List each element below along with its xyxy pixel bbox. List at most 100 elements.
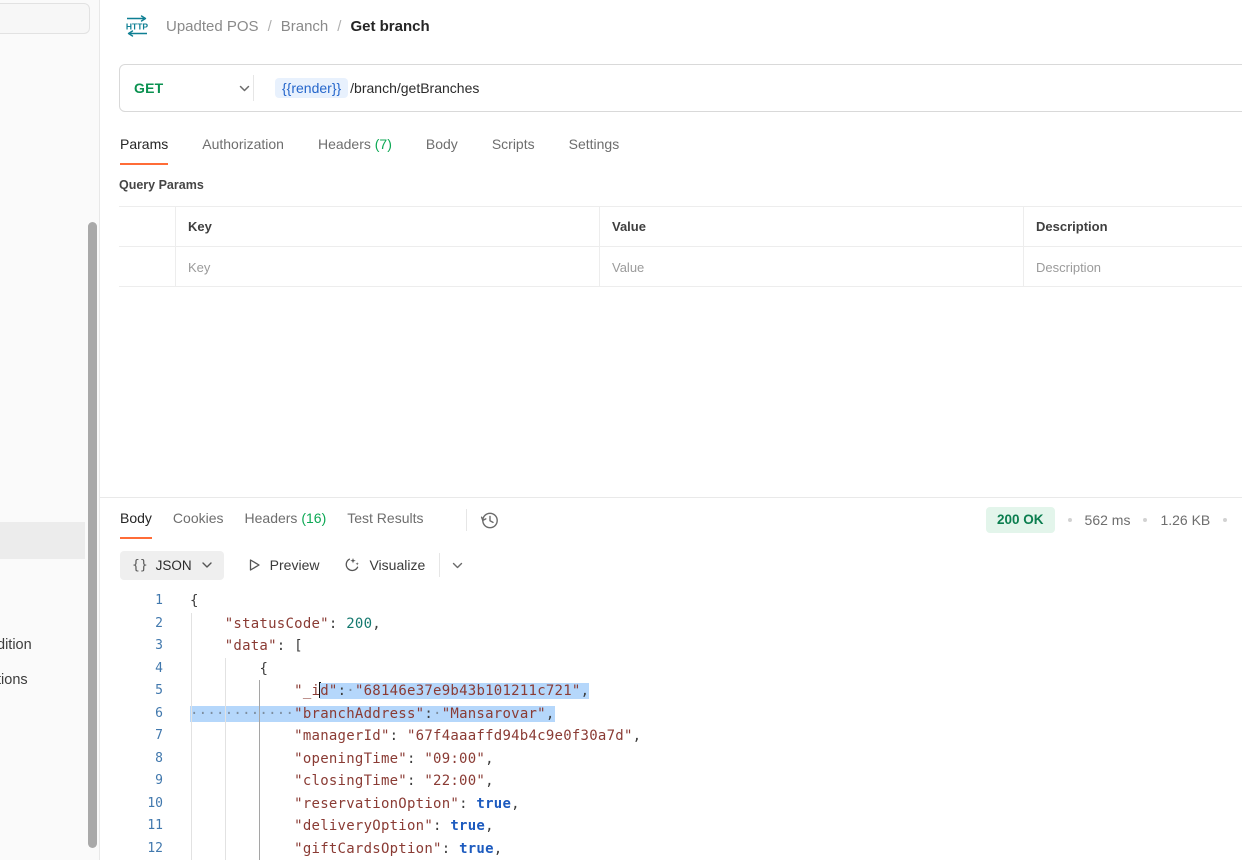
- play-icon: [248, 558, 261, 572]
- tab-test-results[interactable]: Test Results: [347, 510, 423, 539]
- url-input[interactable]: {{render}} /branch/getBranches: [275, 65, 479, 111]
- line-number: 7: [100, 725, 163, 748]
- line-content: {: [190, 590, 199, 613]
- toolbar-more-chevron-icon[interactable]: [452, 562, 463, 569]
- tab-params[interactable]: Params: [120, 136, 168, 165]
- code-line: 4 {: [100, 658, 1242, 681]
- code-line: 5 "_id":·"68146e37e9b43b101211c721",: [100, 680, 1242, 703]
- braces-icon: {}: [132, 558, 148, 573]
- sidebar-item-label[interactable]: dition: [0, 637, 32, 653]
- tab-body[interactable]: Body: [426, 136, 458, 165]
- preview-button[interactable]: Preview: [248, 557, 320, 573]
- format-label: JSON: [156, 558, 192, 573]
- code-line: 11 "deliveryOption": true,: [100, 815, 1242, 838]
- breadcrumb-collection[interactable]: Upadted POS: [166, 18, 259, 35]
- request-tabs: Params Authorization Headers (7) Body Script…: [120, 136, 619, 165]
- tab-headers[interactable]: Headers (16): [245, 510, 327, 539]
- line-number: 12: [100, 838, 163, 860]
- line-content: ············"branchAddress":·"Mansarovar…: [190, 703, 555, 726]
- preview-label: Preview: [270, 557, 320, 573]
- breadcrumb-folder[interactable]: Branch: [281, 18, 329, 35]
- tab-cookies[interactable]: Cookies: [173, 510, 224, 539]
- method-label: GET: [134, 80, 163, 96]
- response-viewer-toolbar: {} JSON Preview Visualize: [120, 550, 463, 580]
- line-content: "openingTime": "09:00",: [190, 748, 494, 771]
- http-method-icon: HTTP: [124, 15, 150, 37]
- code-line: 2 "statusCode": 200,: [100, 613, 1242, 636]
- line-number: 6: [100, 703, 163, 726]
- visualize-button[interactable]: Visualize: [343, 557, 425, 574]
- separator-dot: [1223, 518, 1227, 522]
- line-number: 5: [100, 680, 163, 703]
- line-content: "reservationOption": true,: [190, 793, 520, 816]
- code-line: 12 "giftCardsOption": true,: [100, 838, 1242, 860]
- sidebar-scrollbar-thumb[interactable]: [88, 222, 97, 848]
- code-line: 1{: [100, 590, 1242, 613]
- divider: [253, 75, 254, 101]
- request-url-bar: GET {{render}} /branch/getBranches: [119, 64, 1242, 112]
- sidebar-item-selected[interactable]: [0, 522, 85, 559]
- code-line: 8 "openingTime": "09:00",: [100, 748, 1242, 771]
- description-input[interactable]: [1036, 260, 1232, 275]
- line-content: "statusCode": 200,: [190, 613, 381, 636]
- line-number: 1: [100, 590, 163, 613]
- row-select-cell[interactable]: [119, 247, 175, 287]
- chevron-down-icon: [239, 85, 250, 92]
- line-number: 8: [100, 748, 163, 771]
- line-content: "closingTime": "22:00",: [190, 770, 494, 793]
- breadcrumb-separator: /: [337, 18, 341, 35]
- tab-scripts[interactable]: Scripts: [492, 136, 535, 165]
- magic-wand-icon: [343, 557, 360, 574]
- column-header-value: Value: [599, 207, 1023, 246]
- url-path-text: /branch/getBranches: [350, 80, 479, 96]
- table-header-row: Key Value Description: [119, 207, 1242, 247]
- line-number: 3: [100, 635, 163, 658]
- pane-splitter[interactable]: [100, 497, 1242, 498]
- tab-body[interactable]: Body: [120, 510, 152, 539]
- column-header-description: Description: [1023, 207, 1242, 246]
- code-line: 9 "closingTime": "22:00",: [100, 770, 1242, 793]
- response-body-editor[interactable]: 1{2 "statusCode": 200,3 "data": [4 {5 "_…: [100, 590, 1242, 860]
- row-select-column: [119, 207, 175, 246]
- divider: [466, 509, 467, 531]
- svg-text:HTTP: HTTP: [126, 22, 149, 32]
- chevron-down-icon: [202, 562, 212, 568]
- code-line: 10 "reservationOption": true,: [100, 793, 1242, 816]
- line-content: "_id":·"68146e37e9b43b101211c721",: [190, 680, 589, 703]
- separator-dot: [1068, 518, 1072, 522]
- line-content: "data": [: [190, 635, 303, 658]
- response-tabs-extra: [466, 509, 500, 531]
- value-input[interactable]: [612, 260, 1002, 275]
- code-line: 3 "data": [: [100, 635, 1242, 658]
- line-content: "giftCardsOption": true,: [190, 838, 502, 860]
- response-meta: 200 OK 562 ms 1.26 KB: [986, 507, 1240, 533]
- separator-dot: [1143, 518, 1147, 522]
- environment-variable-chip[interactable]: {{render}}: [275, 78, 348, 98]
- code-line: 6 ············"branchAddress":·"Mansarova…: [100, 703, 1242, 726]
- tab-settings[interactable]: Settings: [569, 136, 620, 165]
- line-number: 10: [100, 793, 163, 816]
- format-select-button[interactable]: {} JSON: [120, 551, 224, 580]
- method-select[interactable]: GET: [134, 65, 250, 111]
- line-content: "deliveryOption": true,: [190, 815, 494, 838]
- status-badge: 200 OK: [986, 507, 1055, 533]
- response-time: 562 ms: [1085, 512, 1131, 528]
- breadcrumb-separator: /: [268, 18, 272, 35]
- key-input[interactable]: [188, 260, 578, 275]
- query-params-table: Key Value Description: [119, 206, 1242, 287]
- sidebar-item-label[interactable]: tions: [0, 672, 28, 688]
- tab-authorization[interactable]: Authorization: [202, 136, 284, 165]
- divider: [439, 553, 440, 577]
- tab-headers[interactable]: Headers (7): [318, 136, 392, 165]
- column-header-key: Key: [175, 207, 599, 246]
- sidebar-search-box[interactable]: [0, 3, 90, 34]
- sidebar: dition tions: [0, 0, 100, 860]
- code-line: 7 "managerId": "67f4aaaffd94b4c9e0f30a7d…: [100, 725, 1242, 748]
- tab-count: (7): [375, 136, 392, 152]
- line-content: {: [190, 658, 268, 681]
- line-number: 11: [100, 815, 163, 838]
- response-history-icon[interactable]: [479, 510, 500, 531]
- line-number: 4: [100, 658, 163, 681]
- response-size: 1.26 KB: [1160, 512, 1210, 528]
- line-number: 2: [100, 613, 163, 636]
